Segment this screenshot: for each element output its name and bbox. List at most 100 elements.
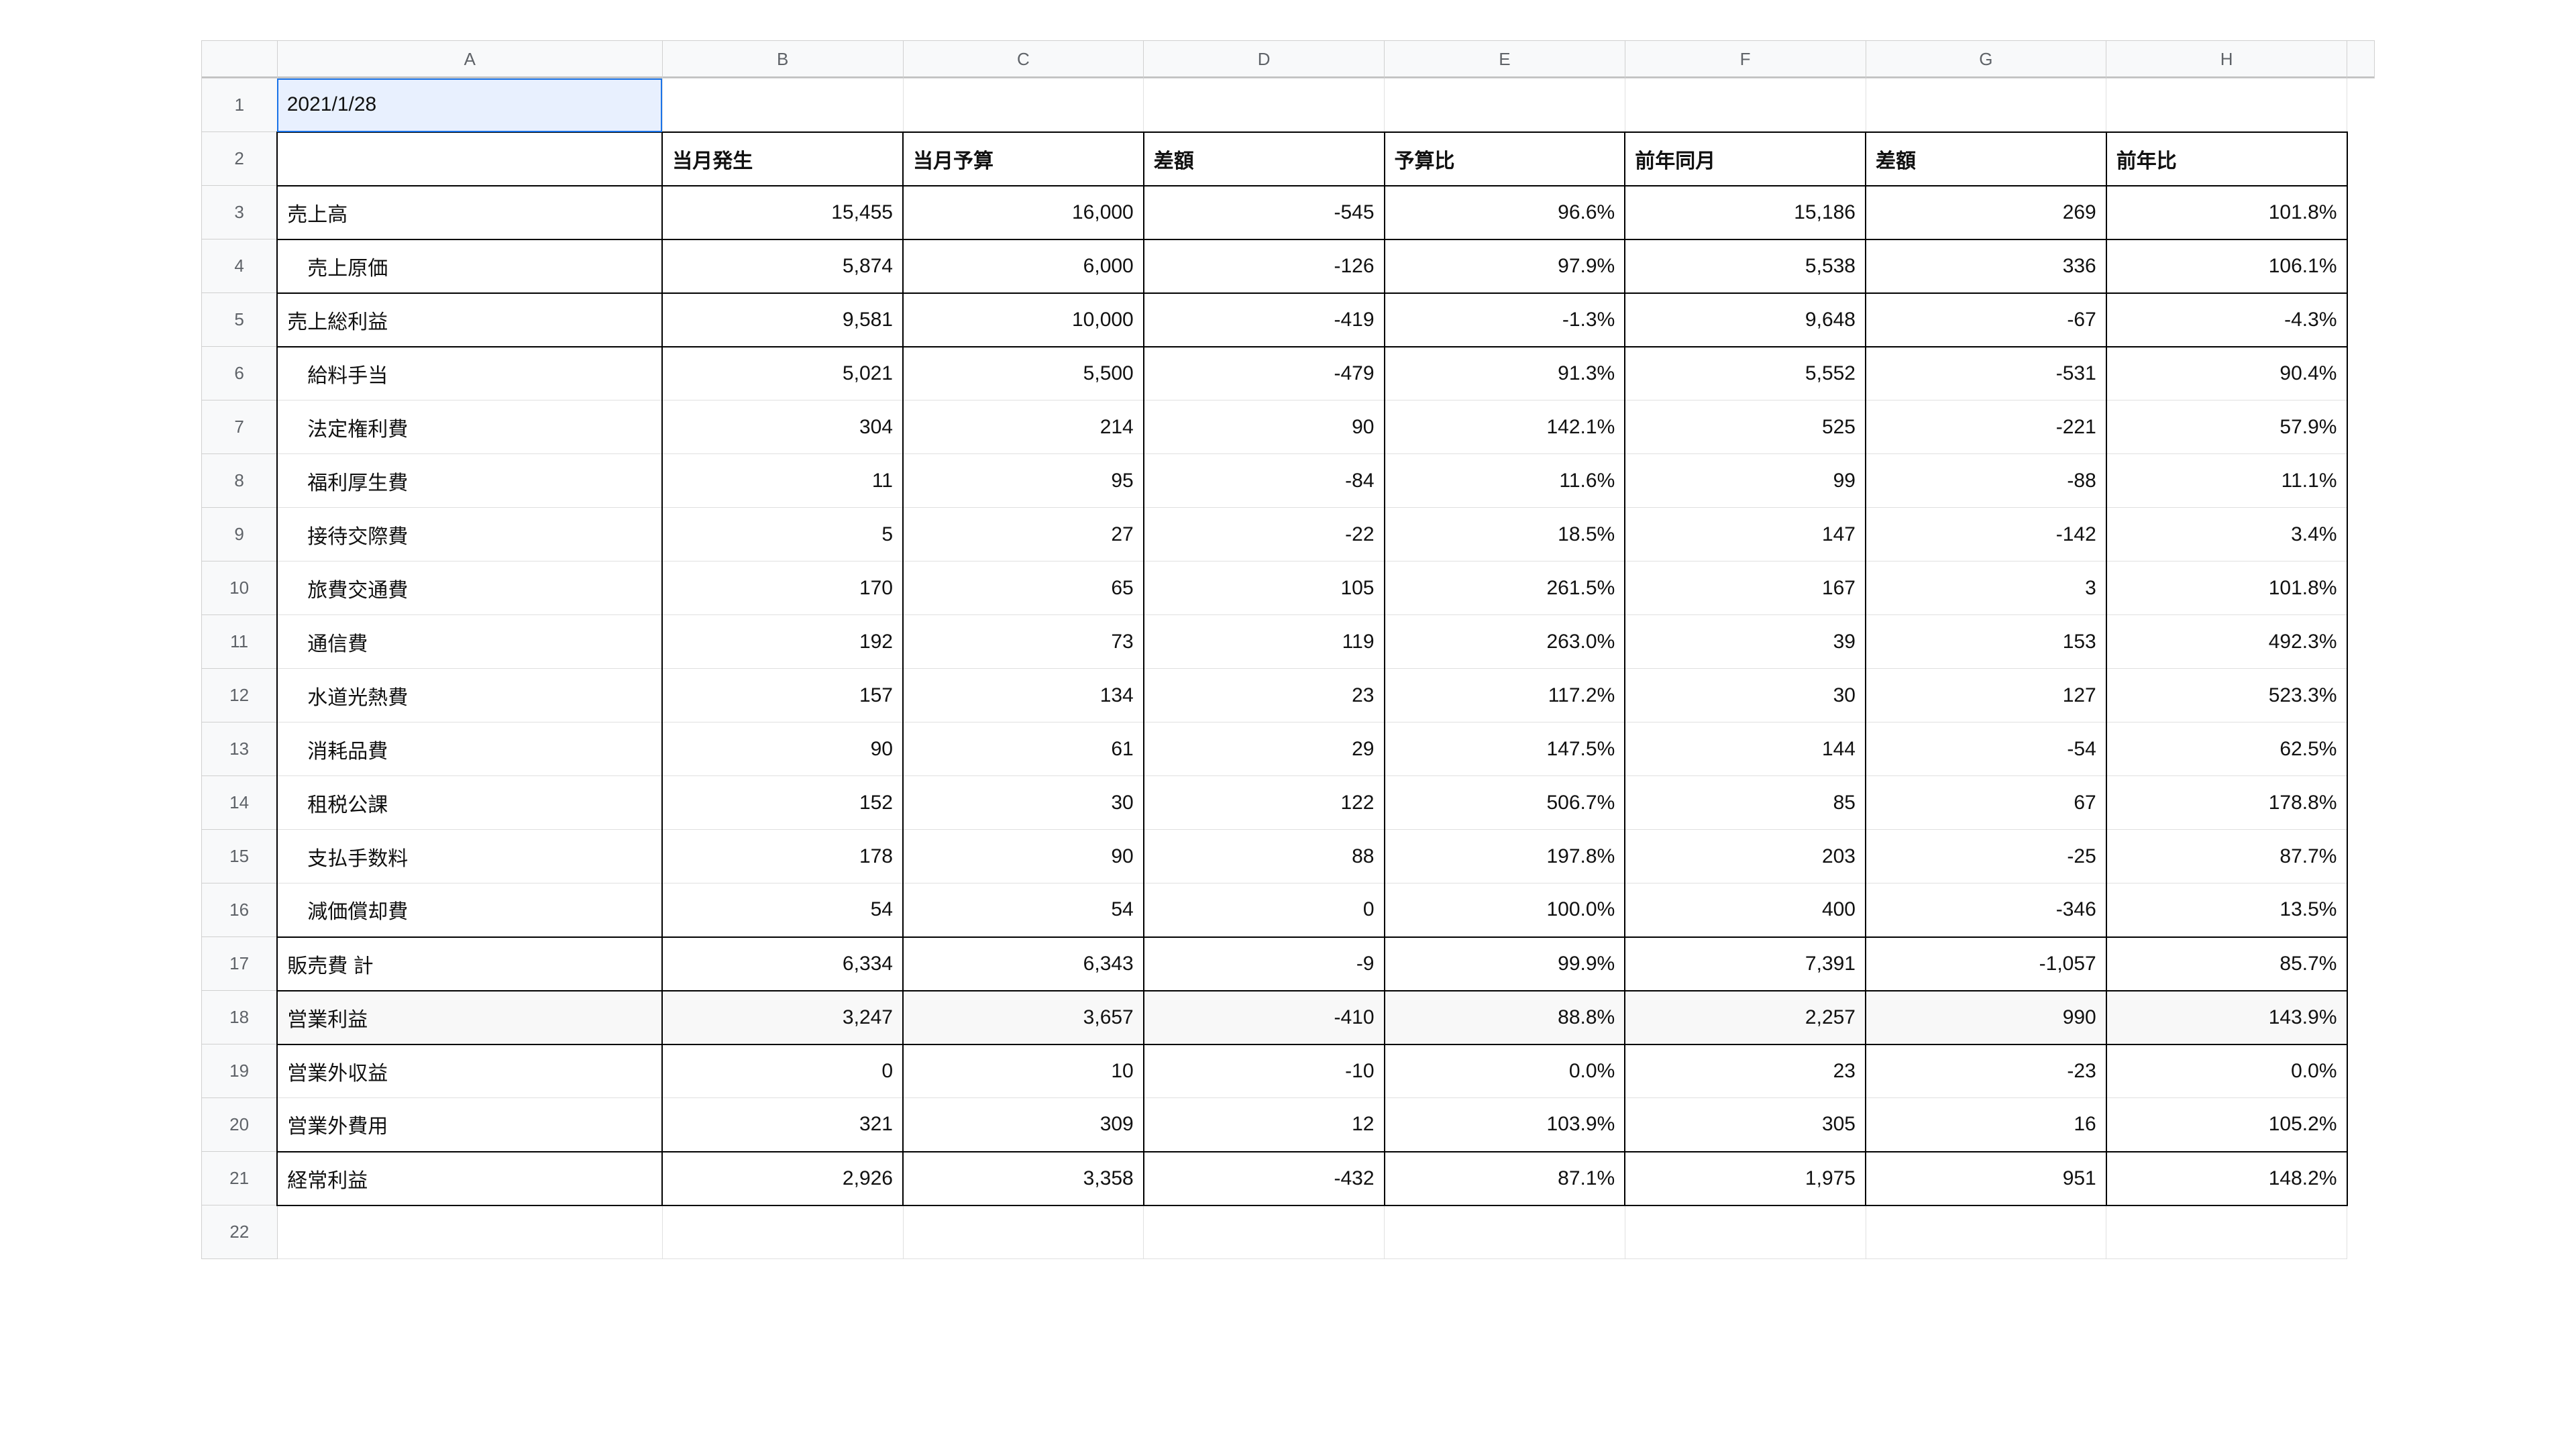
cell-h11[interactable]: 492.3%: [2106, 615, 2347, 669]
cell-g18[interactable]: 990: [1866, 991, 2106, 1044]
cell-g7[interactable]: -221: [1866, 400, 2106, 454]
cell-h2[interactable]: 前年比: [2106, 132, 2347, 186]
cell-d11[interactable]: 119: [1144, 615, 1385, 669]
cell-a8-label[interactable]: 福利厚生費: [277, 454, 662, 508]
cell-b16[interactable]: 54: [662, 883, 903, 937]
row-header-13[interactable]: 13: [202, 722, 278, 776]
cell-a10-label[interactable]: 旅費交通費: [277, 561, 662, 615]
cell-a21-label[interactable]: 経常利益: [277, 1152, 662, 1205]
cell-b20[interactable]: 321: [662, 1098, 903, 1152]
cell-f2[interactable]: 前年同月: [1625, 132, 1866, 186]
cell-g4[interactable]: 336: [1866, 239, 2106, 293]
cell-b11[interactable]: 192: [662, 615, 903, 669]
table-row[interactable]: 10 旅費交通費17065105261.5%1673101.8%: [202, 561, 2375, 615]
table-row[interactable]: 3売上高15,45516,000-54596.6%15,186269101.8%: [202, 186, 2375, 239]
table-row[interactable]: 13 消耗品費906129147.5%144-5462.5%: [202, 722, 2375, 776]
cell-f19[interactable]: 23: [1625, 1044, 1866, 1098]
cell-g10[interactable]: 3: [1866, 561, 2106, 615]
cell-g3[interactable]: 269: [1866, 186, 2106, 239]
row-header-7[interactable]: 7: [202, 400, 278, 454]
cell-d7[interactable]: 90: [1144, 400, 1385, 454]
cell-e18[interactable]: 88.8%: [1385, 991, 1625, 1044]
cell-h19[interactable]: 0.0%: [2106, 1044, 2347, 1098]
cell-b15[interactable]: 178: [662, 830, 903, 883]
cell-d22[interactable]: [1144, 1205, 1385, 1259]
table-row[interactable]: 12 水道光熱費15713423117.2%30127523.3%: [202, 669, 2375, 722]
cell-f4[interactable]: 5,538: [1625, 239, 1866, 293]
cell-h5[interactable]: -4.3%: [2106, 293, 2347, 347]
cell-h7[interactable]: 57.9%: [2106, 400, 2347, 454]
cell-f22[interactable]: [1625, 1205, 1866, 1259]
cell-c9[interactable]: 27: [903, 508, 1144, 561]
row-header-9[interactable]: 9: [202, 508, 278, 561]
cell-c22[interactable]: [903, 1205, 1144, 1259]
row-22[interactable]: 22: [202, 1205, 2375, 1259]
cell-d2[interactable]: 差額: [1144, 132, 1385, 186]
cell-c6[interactable]: 5,500: [903, 347, 1144, 400]
cell-h15[interactable]: 87.7%: [2106, 830, 2347, 883]
cell-b3[interactable]: 15,455: [662, 186, 903, 239]
column-header-b[interactable]: B: [662, 41, 903, 78]
cell-h22[interactable]: [2106, 1205, 2347, 1259]
cell-f21[interactable]: 1,975: [1625, 1152, 1866, 1205]
column-header-h[interactable]: H: [2106, 41, 2347, 78]
cell-e8[interactable]: 11.6%: [1385, 454, 1625, 508]
row-header-4[interactable]: 4: [202, 239, 278, 293]
table-row[interactable]: 21経常利益2,9263,358-43287.1%1,975951148.2%: [202, 1152, 2375, 1205]
table-row[interactable]: 11 通信費19273119263.0%39153492.3%: [202, 615, 2375, 669]
cell-b8[interactable]: 11: [662, 454, 903, 508]
cell-g2[interactable]: 差額: [1866, 132, 2106, 186]
cell-d15[interactable]: 88: [1144, 830, 1385, 883]
cell-d12[interactable]: 23: [1144, 669, 1385, 722]
cell-d8[interactable]: -84: [1144, 454, 1385, 508]
cell-b22[interactable]: [662, 1205, 903, 1259]
cell-a2[interactable]: [277, 132, 662, 186]
table-row[interactable]: 18営業利益3,2473,657-41088.8%2,257990143.9%: [202, 991, 2375, 1044]
cell-b13[interactable]: 90: [662, 722, 903, 776]
cell-f15[interactable]: 203: [1625, 830, 1866, 883]
cell-d5[interactable]: -419: [1144, 293, 1385, 347]
cell-a20-label[interactable]: 営業外費用: [277, 1098, 662, 1152]
cell-h16[interactable]: 13.5%: [2106, 883, 2347, 937]
cell-a17-label[interactable]: 販売費 計: [277, 937, 662, 991]
row-header-17[interactable]: 17: [202, 937, 278, 991]
cell-a9-label[interactable]: 接待交際費: [277, 508, 662, 561]
cell-f9[interactable]: 147: [1625, 508, 1866, 561]
cell-d19[interactable]: -10: [1144, 1044, 1385, 1098]
cell-a6-label[interactable]: 給料手当: [277, 347, 662, 400]
cell-c7[interactable]: 214: [903, 400, 1144, 454]
row-header-19[interactable]: 19: [202, 1044, 278, 1098]
cell-h21[interactable]: 148.2%: [2106, 1152, 2347, 1205]
cell-b21[interactable]: 2,926: [662, 1152, 903, 1205]
row-header-21[interactable]: 21: [202, 1152, 278, 1205]
cell-b5[interactable]: 9,581: [662, 293, 903, 347]
cell-f16[interactable]: 400: [1625, 883, 1866, 937]
cell-c14[interactable]: 30: [903, 776, 1144, 830]
table-row[interactable]: 9 接待交際費527-2218.5%147-1423.4%: [202, 508, 2375, 561]
table-row[interactable]: 5売上総利益9,58110,000-419-1.3%9,648-67-4.3%: [202, 293, 2375, 347]
cell-h8[interactable]: 11.1%: [2106, 454, 2347, 508]
cell-e22[interactable]: [1385, 1205, 1625, 1259]
cell-d13[interactable]: 29: [1144, 722, 1385, 776]
row-header-5[interactable]: 5: [202, 293, 278, 347]
row-header-22[interactable]: 22: [202, 1205, 278, 1259]
row-header-8[interactable]: 8: [202, 454, 278, 508]
cell-e13[interactable]: 147.5%: [1385, 722, 1625, 776]
cell-d14[interactable]: 122: [1144, 776, 1385, 830]
cell-d21[interactable]: -432: [1144, 1152, 1385, 1205]
row-header-6[interactable]: 6: [202, 347, 278, 400]
row-header-16[interactable]: 16: [202, 883, 278, 937]
cell-f7[interactable]: 525: [1625, 400, 1866, 454]
cell-g5[interactable]: -67: [1866, 293, 2106, 347]
table-row[interactable]: 14 租税公課15230122506.7%8567178.8%: [202, 776, 2375, 830]
cell-b14[interactable]: 152: [662, 776, 903, 830]
cell-e4[interactable]: 97.9%: [1385, 239, 1625, 293]
cell-e21[interactable]: 87.1%: [1385, 1152, 1625, 1205]
row-header-20[interactable]: 20: [202, 1098, 278, 1152]
cell-a14-label[interactable]: 租税公課: [277, 776, 662, 830]
cell-g8[interactable]: -88: [1866, 454, 2106, 508]
table-row[interactable]: 7 法定権利費30421490142.1%525-22157.9%: [202, 400, 2375, 454]
cell-h20[interactable]: 105.2%: [2106, 1098, 2347, 1152]
cell-h1[interactable]: [2106, 78, 2347, 132]
cell-g11[interactable]: 153: [1866, 615, 2106, 669]
